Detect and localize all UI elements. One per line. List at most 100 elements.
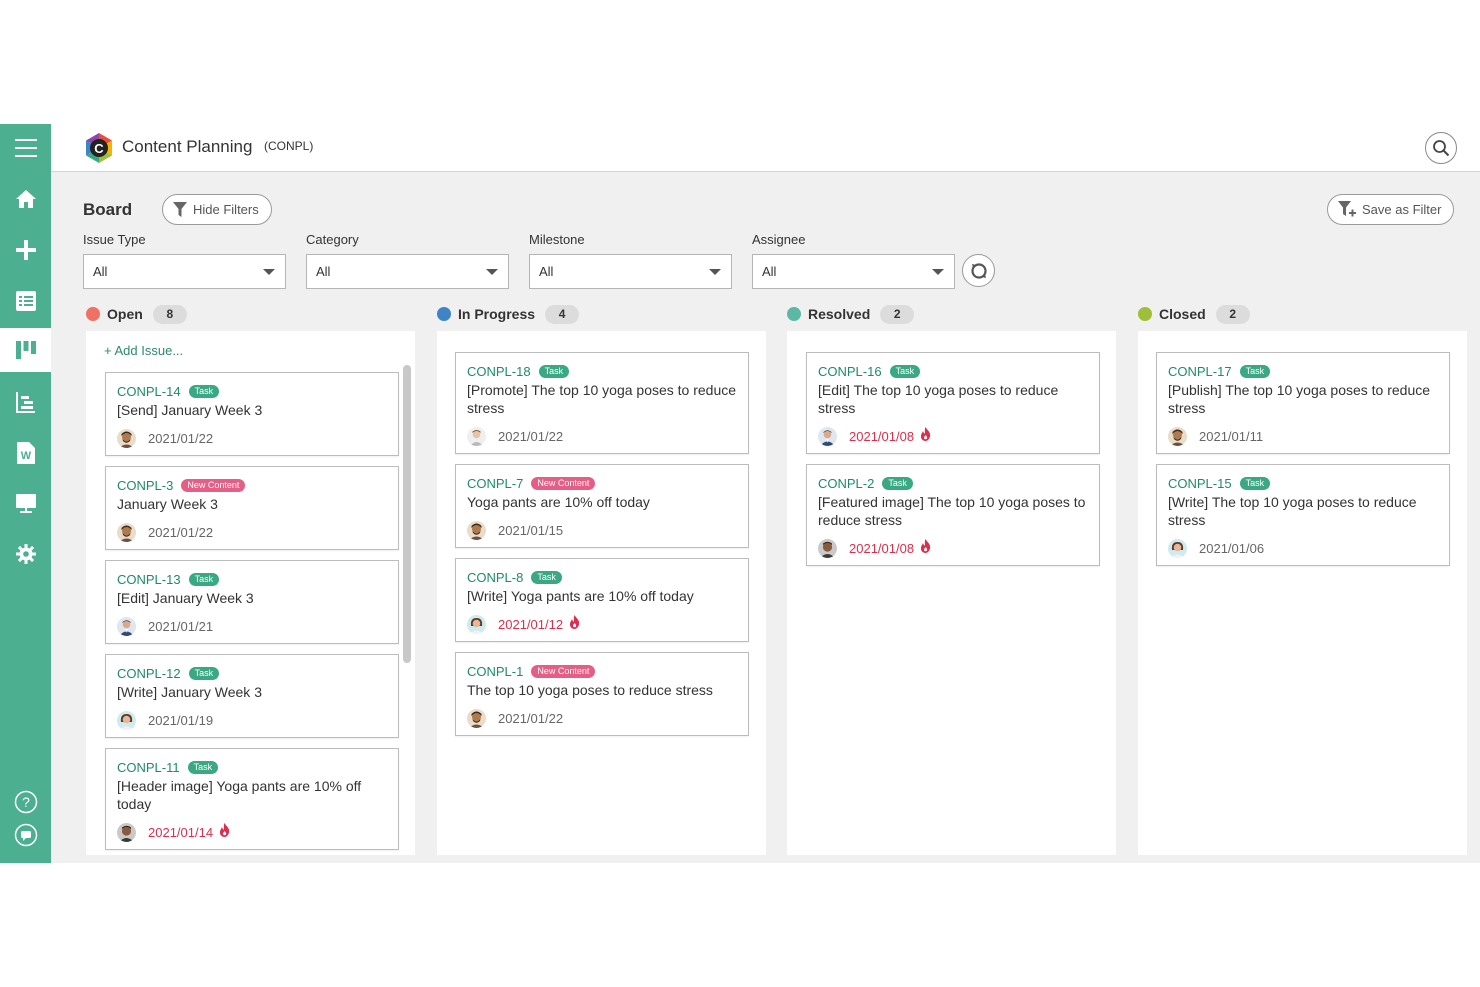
issue-card[interactable]: CONPL-7 New Content Yoga pants are 10% off… <box>455 464 749 548</box>
project-logo-icon: C <box>86 133 112 163</box>
issue-key-link[interactable]: CONPL-7 <box>467 476 523 491</box>
card-key-row: CONPL-12 Task <box>117 666 220 681</box>
avatar <box>467 615 486 634</box>
save-as-filter-button[interactable]: Save as Filter <box>1327 194 1455 225</box>
list-icon[interactable] <box>0 279 51 323</box>
issue-key-link[interactable]: CONPL-3 <box>117 478 173 493</box>
card-footer: 2021/01/12 <box>467 615 580 634</box>
card-key-row: CONPL-15 Task <box>1168 476 1271 491</box>
avatar <box>117 823 136 842</box>
issue-card[interactable]: CONPL-16 Task [Edit] The top 10 yoga poses… <box>806 352 1100 454</box>
files-icon[interactable] <box>0 482 51 526</box>
filter-icon <box>173 202 187 217</box>
issue-summary: [Write] January Week 3 <box>117 684 262 700</box>
issue-type-badge: Task <box>187 761 219 774</box>
column-header-closed: Closed 2 <box>1138 304 1250 324</box>
card-footer: 2021/01/22 <box>467 427 563 446</box>
hide-filters-label: Hide Filters <box>193 202 259 217</box>
issue-summary: [Write] Yoga pants are 10% off today <box>467 588 694 604</box>
issue-card[interactable]: CONPL-14 Task [Send] January Week 3 2021/01… <box>105 372 399 456</box>
issue-summary: [Publish] The top 10 yoga poses to reduc… <box>1168 382 1431 416</box>
due-date: 2021/01/22 <box>148 431 214 446</box>
card-footer: 2021/01/22 <box>467 709 563 728</box>
filter-label-assignee: Assignee <box>752 232 806 247</box>
card-key-row: CONPL-7 New Content <box>467 476 596 491</box>
issue-key-link[interactable]: CONPL-12 <box>117 666 181 681</box>
issue-card[interactable]: CONPL-17 Task [Publish] The top 10 yoga po… <box>1156 352 1450 454</box>
issue-type-badge: Task <box>538 365 570 378</box>
card-footer: 2021/01/14 <box>117 823 230 842</box>
scrollbar[interactable] <box>403 365 411 663</box>
issue-card[interactable]: CONPL-8 Task [Write] Yoga pants are 10% of… <box>455 558 749 642</box>
due-date: 2021/01/22 <box>498 711 564 726</box>
issue-key-link[interactable]: CONPL-2 <box>818 476 874 491</box>
wiki-icon[interactable]: W <box>0 431 51 475</box>
due-date: 2021/01/06 <box>1199 541 1265 556</box>
issue-card[interactable]: CONPL-3 New Content January Week 3 2021/01/… <box>105 466 399 550</box>
chevron-down-icon <box>486 269 498 275</box>
status-dot <box>1138 307 1152 321</box>
issue-card[interactable]: CONPL-18 Task [Promote] The top 10 yoga po… <box>455 352 749 454</box>
search-icon <box>1433 140 1450 157</box>
issue-key-link[interactable]: CONPL-18 <box>467 364 531 379</box>
category-select[interactable]: All <box>306 254 509 289</box>
menu-icon[interactable] <box>0 126 51 170</box>
reset-filter-button[interactable] <box>962 254 995 287</box>
column-header-in-progress: In Progress 4 <box>437 304 580 324</box>
assignee-select[interactable]: All <box>752 254 955 289</box>
issue-key-link[interactable]: CONPL-11 <box>117 760 180 775</box>
issue-key-link[interactable]: CONPL-17 <box>1168 364 1232 379</box>
issue-card[interactable]: CONPL-2 Task [Featured image] The top 10 y… <box>806 464 1100 566</box>
due-date: 2021/01/08 <box>849 541 915 556</box>
avatar <box>1168 539 1187 558</box>
avatar <box>117 523 136 542</box>
issue-key-link[interactable]: CONPL-13 <box>117 572 181 587</box>
issue-type-badge: Task <box>889 365 921 378</box>
flame-icon <box>569 615 580 634</box>
project-title[interactable]: Content Planning <box>122 137 252 157</box>
chevron-down-icon <box>932 269 944 275</box>
issue-card[interactable]: CONPL-15 Task [Write] The top 10 yoga pose… <box>1156 464 1450 566</box>
chat-icon[interactable] <box>0 813 51 857</box>
issue-card[interactable]: CONPL-11 Task [Header image] Yoga pants ar… <box>105 748 399 850</box>
column-name: Closed <box>1159 306 1206 322</box>
plus-icon[interactable] <box>0 228 51 272</box>
issue-key-link[interactable]: CONPL-1 <box>467 664 523 679</box>
milestone-select[interactable]: All <box>529 254 732 289</box>
issue-card[interactable]: CONPL-1 New Content The top 10 yoga poses … <box>455 652 749 736</box>
card-footer: 2021/01/06 <box>1168 539 1264 558</box>
board-icon[interactable] <box>0 328 51 372</box>
flame-icon <box>920 539 931 558</box>
card-key-row: CONPL-13 Task <box>117 572 220 587</box>
card-footer: 2021/01/11 <box>1168 427 1263 446</box>
issue-key-link[interactable]: CONPL-16 <box>818 364 882 379</box>
home-icon[interactable] <box>0 177 51 221</box>
assignee-value: All <box>762 264 777 279</box>
avatar <box>467 709 486 728</box>
due-date: 2021/01/19 <box>148 713 214 728</box>
issue-type-select[interactable]: All <box>83 254 286 289</box>
issue-type-badge: Task <box>188 573 220 586</box>
add-issue-link[interactable]: + Add Issue... <box>104 343 183 358</box>
column-header-resolved: Resolved 2 <box>787 304 915 324</box>
sidebar: W ? <box>0 124 51 863</box>
gantt-icon[interactable] <box>0 380 51 424</box>
card-footer: 2021/01/22 <box>117 429 213 448</box>
column-name: Open <box>107 306 143 322</box>
issue-card[interactable]: CONPL-12 Task [Write] January Week 3 2021/0… <box>105 654 399 738</box>
issue-key-link[interactable]: CONPL-14 <box>117 384 181 399</box>
gear-icon[interactable] <box>0 532 51 576</box>
card-footer: 2021/01/21 <box>117 617 213 636</box>
issue-key-link[interactable]: CONPL-15 <box>1168 476 1232 491</box>
issue-type-value: All <box>93 264 108 279</box>
avatar <box>1168 427 1187 446</box>
issue-card[interactable]: CONPL-13 Task [Edit] January Week 3 2021/01… <box>105 560 399 644</box>
svg-text:W: W <box>20 450 31 462</box>
issue-key-link[interactable]: CONPL-8 <box>467 570 523 585</box>
filter-label-milestone: Milestone <box>529 232 585 247</box>
search-button[interactable] <box>1425 132 1457 164</box>
issue-summary: The top 10 yoga poses to reduce stress <box>467 682 713 698</box>
column-open: + Add Issue... CONPL-14 Task [Send] Januar… <box>86 331 415 855</box>
hide-filters-button[interactable]: Hide Filters <box>162 194 272 225</box>
card-key-row: CONPL-3 New Content <box>117 478 246 493</box>
